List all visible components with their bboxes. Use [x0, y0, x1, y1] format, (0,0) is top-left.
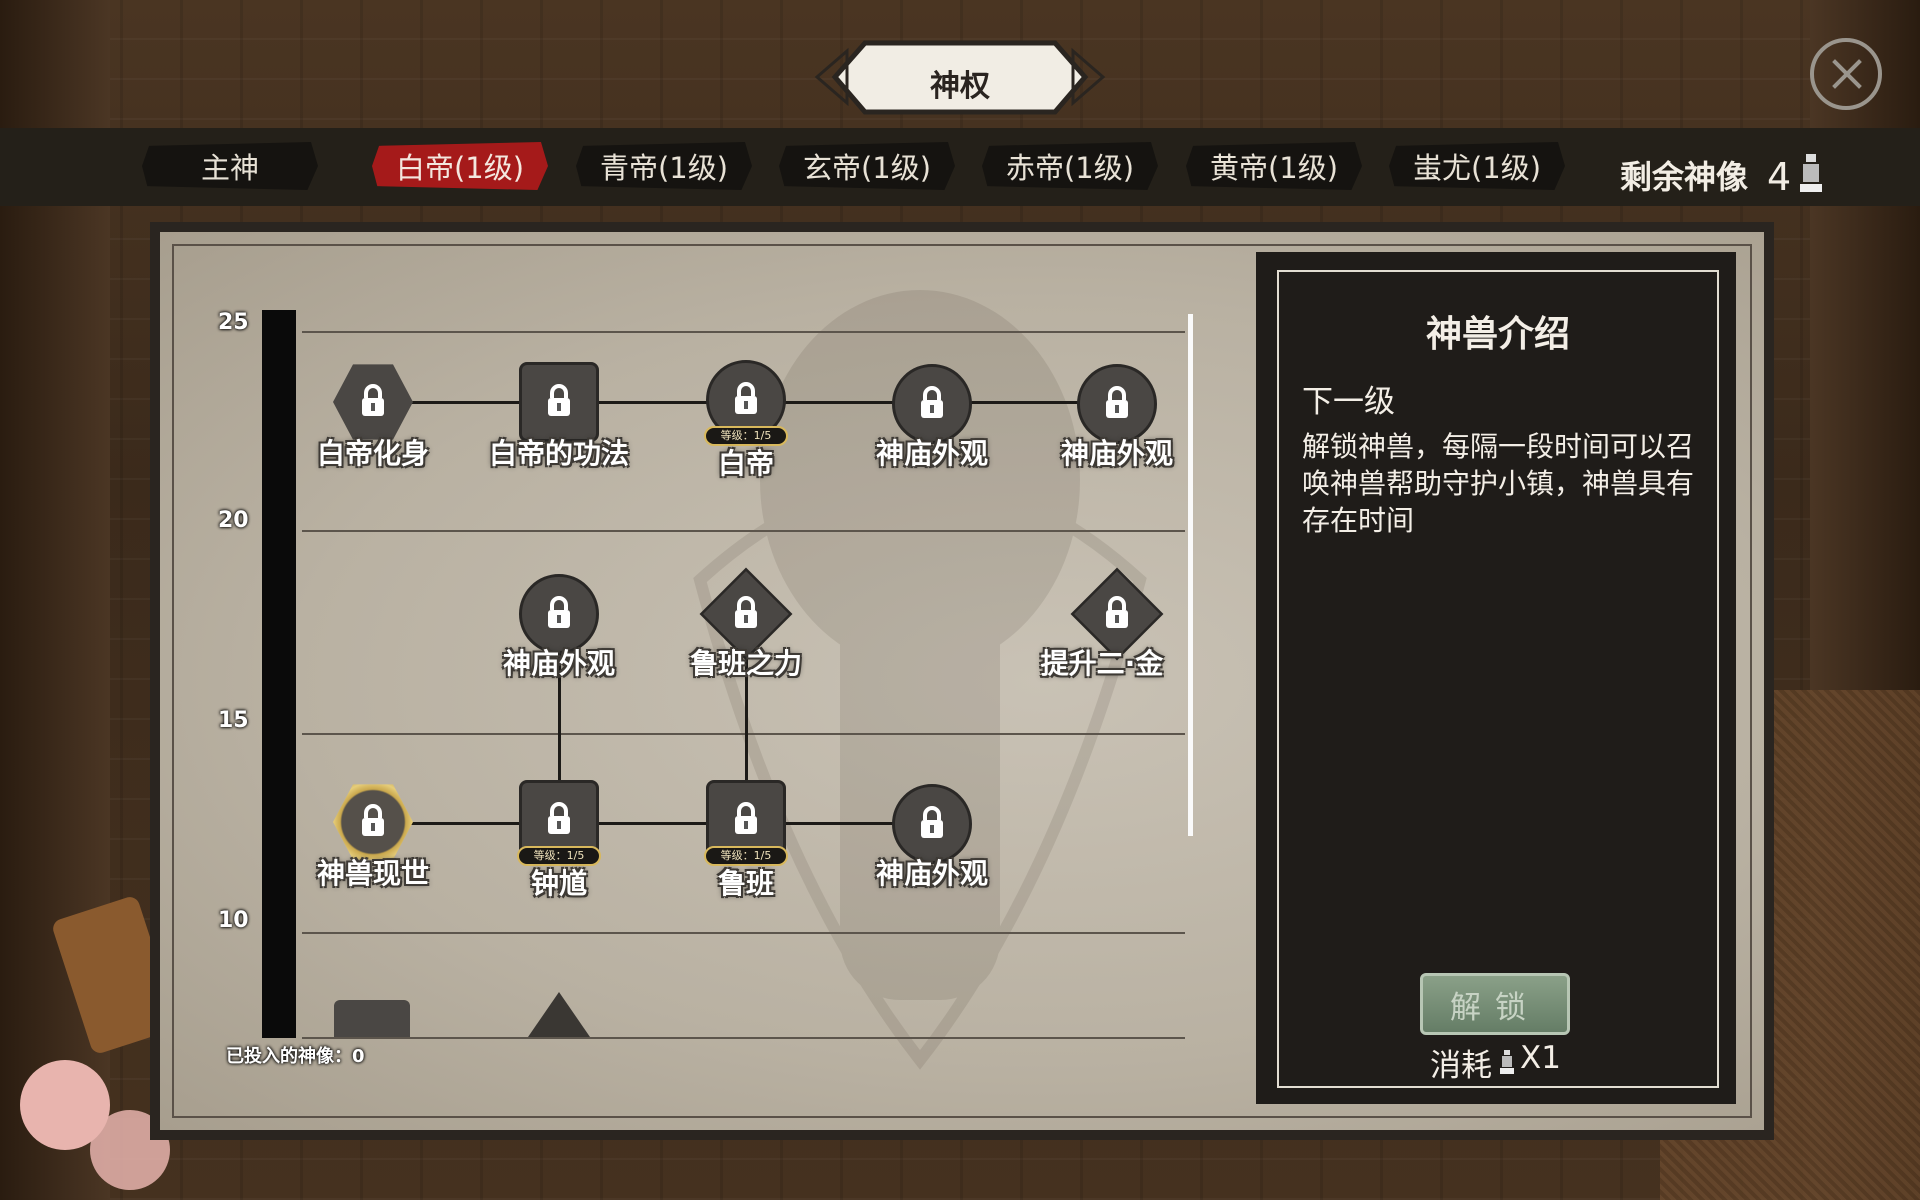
- skill-node-partial[interactable]: [334, 1000, 410, 1037]
- skill-node-zhongkui[interactable]: 等级：1/5: [514, 778, 604, 868]
- tab-chidi[interactable]: 赤帝(1级): [982, 142, 1158, 190]
- skill-label: 白帝化身: [316, 437, 429, 470]
- panel-subtitle: 下一级: [1302, 384, 1395, 420]
- skill-label: 神庙外观: [875, 437, 988, 470]
- level-label-20: 20: [218, 508, 249, 533]
- skill-label: 神庙外观: [502, 647, 615, 680]
- lock-icon: [548, 384, 570, 416]
- remaining-statues-count: 4: [1767, 155, 1792, 199]
- skill-label: 神庙外观: [875, 857, 988, 890]
- lock-icon: [735, 382, 757, 414]
- skill-label: 白帝的功法: [488, 437, 629, 470]
- tab-zhushen[interactable]: 主神: [142, 142, 318, 190]
- lock-icon: [921, 806, 943, 838]
- tab-huangdi[interactable]: 黄帝(1级): [1186, 142, 1362, 190]
- skill-label: 神庙外观: [1060, 437, 1173, 470]
- skill-node-luban[interactable]: 等级：1/5: [701, 778, 791, 868]
- lock-icon: [735, 802, 757, 834]
- grid-line: [302, 932, 1185, 934]
- lock-icon: [735, 596, 757, 628]
- level-label-15: 15: [218, 708, 249, 733]
- grid-line: [302, 530, 1185, 532]
- skill-label: 提升二·金: [1040, 647, 1164, 680]
- level-label-10: 10: [218, 908, 249, 933]
- cost-label: 消耗: [1430, 1048, 1492, 1084]
- lock-icon: [1106, 386, 1128, 418]
- page-title: 神权: [930, 69, 990, 104]
- title-plate: 神权: [805, 35, 1115, 120]
- cost-value: X1: [1520, 1040, 1561, 1076]
- skill-label: 白帝: [717, 447, 774, 480]
- skill-label: 钟馗: [530, 867, 587, 900]
- grid-line: [302, 733, 1185, 735]
- grid-line: [302, 1037, 1185, 1039]
- tree-scrollbar[interactable]: [1188, 314, 1193, 836]
- level-progress-bar: [262, 310, 296, 1038]
- tab-xuandi[interactable]: 玄帝(1级): [779, 142, 955, 190]
- lock-icon: [548, 802, 570, 834]
- tab-qingdi[interactable]: 青帝(1级): [576, 142, 752, 190]
- lock-icon: [921, 386, 943, 418]
- lock-icon: [362, 804, 384, 836]
- level-label-25: 25: [218, 310, 249, 335]
- tree-connector: [372, 822, 932, 825]
- panel-description: 解锁神兽，每隔一段时间可以召唤神兽帮助守护小镇，神兽具有存在时间: [1302, 430, 1695, 537]
- tab-chiyou[interactable]: 蚩尤(1级): [1389, 142, 1565, 190]
- lock-icon: [548, 596, 570, 628]
- skill-label: 神兽现世: [316, 857, 429, 890]
- grid-line: [302, 331, 1185, 333]
- unlock-button[interactable]: 解锁: [1420, 973, 1570, 1035]
- remaining-statues-label: 剩余神像: [1620, 158, 1749, 196]
- tab-baidi[interactable]: 白帝(1级): [372, 142, 548, 190]
- panel-title: 神兽介绍: [1425, 314, 1570, 355]
- lock-icon: [1106, 596, 1128, 628]
- invested-statues-label: 已投入的神像：0: [226, 1046, 365, 1067]
- skill-label: 鲁班: [717, 867, 774, 900]
- statue-icon: [1800, 154, 1822, 192]
- skill-node-baidi[interactable]: 等级：1/5: [701, 358, 791, 448]
- close-button[interactable]: [1810, 38, 1882, 110]
- lock-icon: [362, 384, 384, 416]
- statue-icon: [1500, 1050, 1514, 1074]
- skill-label: 鲁班之力: [689, 647, 802, 680]
